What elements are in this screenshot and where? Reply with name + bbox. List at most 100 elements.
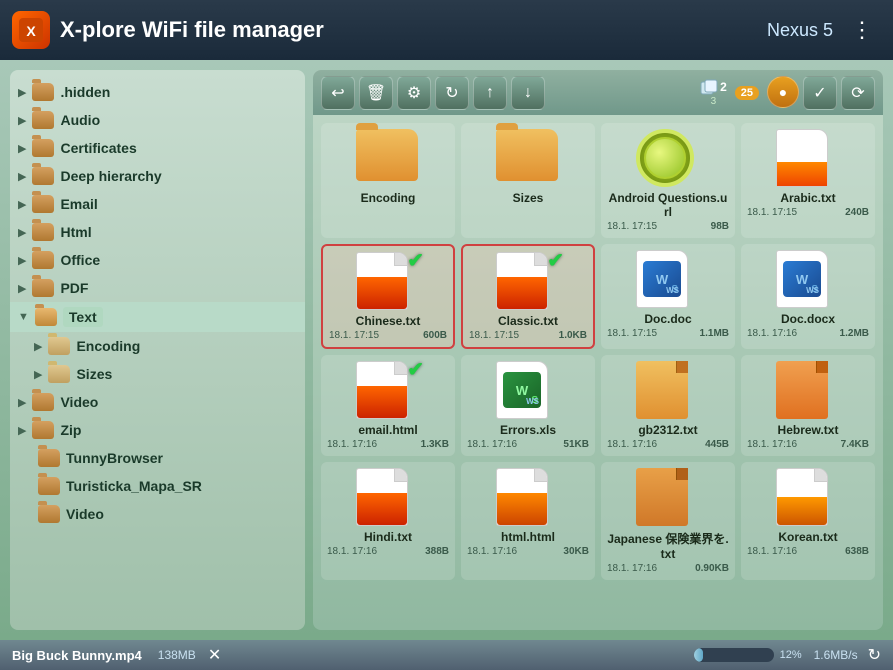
sidebar-item-hidden[interactable]: ▶ .hidden [10, 78, 305, 106]
folder-icon-deep [32, 167, 54, 185]
file-cell-android-questions[interactable]: Android Questions.url 18.1. 17:15 98B [601, 123, 735, 238]
file-name-korean: Korean.txt [778, 530, 837, 544]
expand-arrow-office: ▶ [18, 254, 26, 267]
filesize-display: 138MB [158, 648, 196, 662]
toolbar: ↩ 🗑 ⚙ ↻ ↑ ↓ [313, 70, 883, 115]
refresh-download-button[interactable]: ↻ [868, 645, 881, 665]
sidebar-item-email[interactable]: ▶ Email [10, 190, 305, 218]
sidebar-item-turisticka[interactable]: Turisticka_Mapa_SR [10, 472, 305, 500]
txt-corner-gb2312 [676, 361, 688, 373]
file-size-japanese: 0.90KB [695, 563, 729, 574]
sidebar-item-tunnybrowser[interactable]: TunnyBrowser [10, 444, 305, 472]
file-cell-email-html[interactable]: ✔ email.html 18.1. 17:16 1.3KB [321, 355, 455, 456]
file-cell-classic[interactable]: ✔ Classic.txt 18.1. 17:15 1.0KB [461, 244, 595, 349]
sidebar-item-encoding[interactable]: ▶ Encoding [10, 332, 305, 360]
sidebar-item-deep-hierarchy[interactable]: ▶ Deep hierarchy [10, 162, 305, 190]
sidebar-label-email: Email [60, 196, 97, 212]
refresh-toolbar-button[interactable]: ↻ [435, 76, 469, 110]
file-date-docx: 18.1. 17:16 [747, 328, 797, 339]
file-icon-gb2312 [636, 361, 700, 419]
file-date-classic: 18.1. 17:15 [469, 330, 519, 341]
file-size-doc: 1.1MB [700, 328, 729, 339]
sidebar-item-sizes[interactable]: ▶ Sizes [10, 360, 305, 388]
sidebar-label-zip: Zip [60, 422, 81, 438]
circle-button[interactable]: ● [767, 76, 799, 108]
menu-button[interactable]: ⋮ [843, 13, 881, 47]
expand-arrow-email: ▶ [18, 198, 26, 211]
txt-corner-japanese [676, 468, 688, 480]
file-cell-docx[interactable]: W S Doc.docx 18.1. 17:16 1.2MB [741, 244, 875, 349]
folder-icon-office [32, 251, 54, 269]
txt-overlay-korean [777, 497, 827, 525]
file-date-html-html: 18.1. 17:16 [467, 546, 517, 557]
file-size-html-html: 30KB [563, 546, 589, 557]
download-button[interactable]: ↓ [511, 76, 545, 110]
check-button[interactable]: ✓ [803, 76, 837, 110]
file-icon-chinese: ✔ [356, 252, 420, 310]
txt-overlay-classic [497, 277, 547, 309]
progress-percentage: 12% [780, 649, 808, 661]
checkmark-classic: ✔ [547, 248, 564, 273]
file-cell-html-html[interactable]: html.html 18.1. 17:16 30KB [461, 462, 595, 580]
folder-icon-email [32, 195, 54, 213]
file-sub-count: 3 [711, 96, 717, 107]
sync-button[interactable]: ⟳ [841, 76, 875, 110]
sidebar-item-audio[interactable]: ▶ Audio [10, 106, 305, 134]
sidebar-label-sizes: Sizes [76, 366, 112, 382]
file-meta-docx: 18.1. 17:16 1.2MB [747, 328, 869, 339]
file-size-android: 98B [711, 221, 729, 232]
checkmark-email-html: ✔ [407, 357, 424, 382]
file-cell-korean[interactable]: Korean.txt 18.1. 17:16 638B [741, 462, 875, 580]
file-name-hebrew: Hebrew.txt [778, 423, 839, 437]
file-cell-hindi[interactable]: Hindi.txt 18.1. 17:16 388B [321, 462, 455, 580]
file-date-japanese: 18.1. 17:16 [607, 563, 657, 574]
file-name-gb2312: gb2312.txt [638, 423, 697, 437]
checkmark-chinese: ✔ [407, 248, 424, 273]
device-name: Nexus 5 [767, 20, 833, 41]
delete-button[interactable]: 🗑 [359, 76, 393, 110]
file-size-korean: 638B [845, 546, 869, 557]
file-counter: 2 3 25 [700, 79, 759, 107]
file-name-arabic: Arabic.txt [780, 191, 835, 205]
upload-button[interactable]: ↑ [473, 76, 507, 110]
file-date-android: 18.1. 17:15 [607, 221, 657, 232]
sidebar-item-pdf[interactable]: ▶ PDF [10, 274, 305, 302]
txt-icon-japanese [636, 468, 688, 526]
check-icon: ✓ [813, 83, 826, 103]
sidebar-item-html[interactable]: ▶ Html [10, 218, 305, 246]
sidebar-item-text[interactable]: ▼ Text [10, 302, 305, 332]
sidebar-item-office[interactable]: ▶ Office [10, 246, 305, 274]
titlebar: X X-plore WiFi file manager Nexus 5 ⋮ [0, 0, 893, 60]
back-button[interactable]: ↩ [321, 76, 355, 110]
file-cell-sizes[interactable]: Sizes [461, 123, 595, 238]
sidebar-item-video-sub[interactable]: ▶ Video [10, 388, 305, 416]
sidebar-label-audio: Audio [60, 112, 100, 128]
sync-icon: ⟳ [851, 83, 864, 103]
ws-sub-xls: S [531, 395, 538, 406]
expand-arrow-sizes: ▶ [34, 368, 42, 381]
file-date-hindi: 18.1. 17:16 [327, 546, 377, 557]
file-cell-encoding[interactable]: Encoding [321, 123, 455, 238]
file-meta-gb2312: 18.1. 17:16 445B [607, 439, 729, 450]
sidebar-item-video[interactable]: Video [10, 500, 305, 528]
file-cell-errors-xls[interactable]: W S Errors.xls 18.1. 17:16 51KB [461, 355, 595, 456]
file-meta-japanese: 18.1. 17:16 0.90KB [607, 563, 729, 574]
file-cell-japanese[interactable]: Japanese 保険業界を.txt 18.1. 17:16 0.90KB [601, 462, 735, 580]
file-size-docx: 1.2MB [840, 328, 869, 339]
txt-overlay-email-html [357, 386, 407, 418]
file-cell-doc[interactable]: W S Doc.doc 18.1. 17:15 1.1MB [601, 244, 735, 349]
file-cell-gb2312[interactable]: gb2312.txt 18.1. 17:16 445B [601, 355, 735, 456]
file-name-encoding: Encoding [361, 191, 416, 205]
close-download-button[interactable]: ✕ [208, 645, 221, 665]
sidebar-item-certificates[interactable]: ▶ Certificates [10, 134, 305, 162]
ws-text-doc: W [656, 272, 668, 287]
expand-arrow-encoding: ▶ [34, 340, 42, 353]
sidebar-item-zip[interactable]: ▶ Zip [10, 416, 305, 444]
file-cell-chinese[interactable]: ✔ Chinese.txt 18.1. 17:15 600B [321, 244, 455, 349]
file-cell-arabic[interactable]: Arabic.txt 18.1. 17:15 240B [741, 123, 875, 238]
file-cell-hebrew[interactable]: Hebrew.txt 18.1. 17:16 7.4KB [741, 355, 875, 456]
settings-button[interactable]: ⚙ [397, 76, 431, 110]
file-size-chinese: 600B [423, 330, 447, 341]
progress-bar-fill [694, 648, 704, 662]
filename-display: Big Buck Bunny.mp4 [12, 648, 142, 663]
